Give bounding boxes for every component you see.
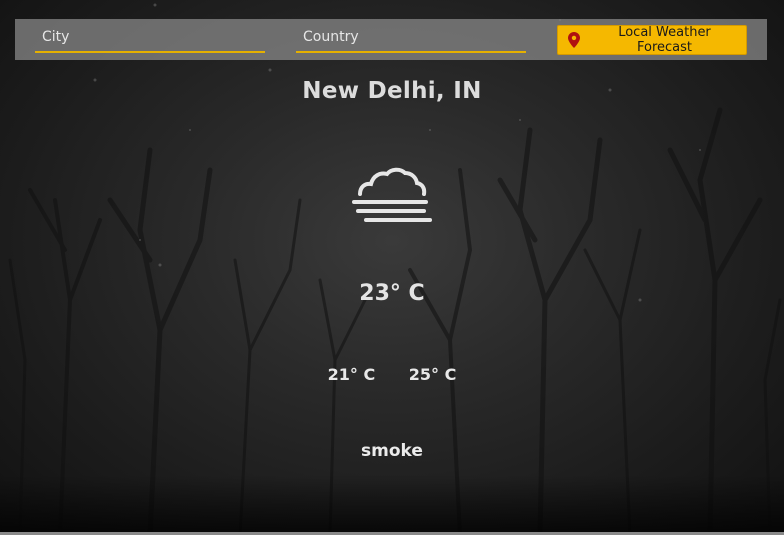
location-title: New Delhi, IN (302, 78, 482, 104)
current-temperature: 23° C (359, 281, 425, 306)
temperature-range: 21° C 25° C (0, 365, 784, 384)
city-input[interactable] (35, 25, 265, 53)
min-temperature: 21° C (327, 365, 376, 384)
search-bar: Local Weather Forecast (15, 19, 767, 60)
fog-icon (352, 167, 432, 222)
country-input[interactable] (296, 25, 526, 53)
map-pin-icon (568, 32, 580, 48)
max-temperature: 25° C (408, 365, 457, 384)
local-weather-forecast-button[interactable]: Local Weather Forecast (557, 25, 747, 55)
weather-description: smoke (361, 441, 423, 461)
ground-shadow (0, 475, 784, 535)
forecast-button-label: Local Weather Forecast (618, 25, 711, 55)
weather-app: Local Weather Forecast New Delhi, IN 23°… (0, 0, 784, 535)
